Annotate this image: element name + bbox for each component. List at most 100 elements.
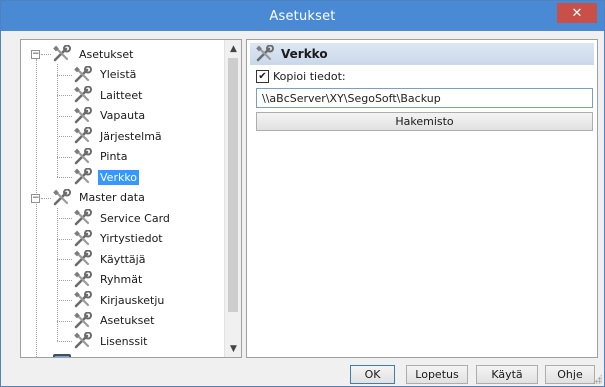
tree-connector — [57, 300, 72, 301]
collapse-toggle-icon[interactable]: − — [31, 193, 40, 203]
panel-header: Verkko — [250, 43, 594, 65]
tools-icon — [74, 147, 92, 164]
tools-icon — [74, 270, 92, 287]
tree-item-label: Yirtystiedot — [100, 232, 163, 245]
settings-tree[interactable]: Asetukset − Yleistä Laitteet Vapauta Järjeste… — [20, 39, 242, 358]
tools-icon — [74, 106, 92, 123]
tree-item-label: Pinta — [100, 150, 128, 163]
settings-panel: Verkko ✔ Kopioi tiedot: \\aBcServer\XY\S… — [246, 39, 598, 358]
tree-item-ryhmät[interactable]: Ryhmät — [73, 270, 144, 290]
window-title: Asetukset — [269, 8, 336, 24]
tools-icon — [53, 188, 71, 205]
tree-item-master-data[interactable]: Master data — [52, 188, 147, 208]
tree-content: Asetukset − Yleistä Laitteet Vapauta Järjeste… — [21, 40, 225, 357]
ok-label: OK — [364, 368, 381, 381]
tree-connector — [57, 238, 72, 240]
tree-connector — [57, 74, 72, 76]
scroll-down-button[interactable]: ▼ — [225, 340, 241, 357]
tree-item-yleistä[interactable]: Yleistä — [73, 65, 138, 85]
copy-files-row[interactable]: ✔ Kopioi tiedot: — [256, 68, 346, 84]
tree-item-label: Verkko — [98, 169, 140, 185]
checkmark-icon: ✔ — [258, 70, 267, 82]
close-button[interactable]: ✕ — [557, 3, 597, 23]
tools-icon — [74, 291, 92, 308]
tree-item-label: Asetukset — [79, 47, 134, 61]
tree-item-käyttäjä[interactable]: Käyttäjä — [73, 249, 147, 269]
tree-item-vapauta[interactable]: Vapauta — [73, 106, 147, 126]
cancel-button[interactable]: Lopetus — [406, 365, 468, 384]
tree-connector — [36, 59, 37, 357]
tree-item-pinta[interactable]: Pinta — [73, 147, 129, 167]
tree-item-verkko[interactable]: Verkko — [73, 167, 140, 187]
ok-button[interactable]: OK — [350, 365, 395, 384]
chevron-up-icon: ▲ — [230, 43, 237, 54]
copy-files-label: Kopioi tiedot: — [273, 69, 346, 83]
collapse-toggle-icon[interactable]: − — [31, 358, 40, 359]
tree-item-järjestelmä[interactable]: Järjestelmä — [73, 126, 164, 146]
apply-label: Käytä — [491, 368, 523, 381]
tree-item-service-card[interactable]: Service Card — [73, 208, 172, 228]
tree-scrollbar[interactable]: ▲ ▼ — [224, 40, 241, 357]
chevron-down-icon: ▼ — [230, 343, 237, 354]
scroll-thumb[interactable] — [228, 58, 238, 312]
tools-icon — [74, 168, 92, 185]
tree-connector — [41, 54, 51, 55]
tree-item-asetukset[interactable]: Asetukset — [52, 44, 136, 64]
tree-item-lisenssit[interactable]: Lisenssit — [73, 331, 150, 351]
tree-item-laitteet[interactable]: Laitteet — [73, 85, 144, 105]
close-icon: ✕ — [571, 5, 583, 21]
tree-item-laitteet[interactable]: Laitteet — [52, 352, 123, 357]
tree-connector — [57, 279, 72, 281]
tools-icon — [74, 229, 92, 246]
tree-connector — [57, 136, 72, 137]
copy-files-checkbox[interactable]: ✔ — [256, 69, 269, 83]
tree-item-label: Käyttäjä — [100, 252, 146, 266]
collapse-toggle-icon[interactable]: − — [31, 50, 40, 59]
tree-item-kirjausketju[interactable]: Kirjausketju — [73, 290, 166, 310]
tree-item-label: Service Card — [100, 211, 170, 225]
tree-item-label: Master data — [79, 191, 145, 204]
tree-connector — [57, 95, 72, 96]
tree-item-yirtystiedot[interactable]: Yirtystiedot — [73, 229, 165, 249]
tools-icon — [256, 45, 274, 62]
tools-icon — [74, 311, 92, 328]
tools-icon — [74, 127, 92, 144]
tree-item-asetukset[interactable]: Asetukset — [73, 311, 157, 331]
tree-connector — [57, 259, 72, 260]
settings-window: Asetukset ✕ Asetukset − Yleistä Laitteet Vap… — [0, 0, 605, 387]
tree-connector — [57, 64, 58, 177]
tools-icon — [74, 65, 92, 82]
tree-connector — [57, 156, 72, 158]
tools-icon — [74, 86, 92, 103]
tools-icon — [74, 209, 92, 226]
help-label: Ohje — [557, 368, 583, 381]
device-monitor-icon — [53, 353, 71, 357]
apply-button[interactable]: Käytä — [476, 365, 538, 384]
help-button[interactable]: Ohje — [545, 365, 595, 384]
cancel-label: Lopetus — [415, 368, 459, 381]
tree-connector — [57, 207, 58, 341]
backup-path-value: \\aBcServer\XY\SegoSoft\Backup — [262, 91, 441, 105]
tree-connector — [41, 197, 51, 199]
tree-connector — [57, 177, 72, 178]
tools-icon — [74, 332, 92, 349]
panel-title: Verkko — [281, 47, 328, 61]
tree-item-label: Ryhmät — [100, 273, 143, 286]
tree-item-label: Laitteet — [77, 354, 123, 357]
browse-directory-label: Hakemisto — [395, 115, 454, 128]
tree-item-label: Laitteet — [100, 88, 143, 102]
tree-item-label: Lisenssit — [100, 334, 148, 348]
tree-item-label: Kirjausketju — [100, 293, 165, 307]
title-bar[interactable]: Asetukset ✕ — [1, 1, 604, 31]
tree-item-label: Asetukset — [100, 314, 155, 327]
scroll-up-button[interactable]: ▲ — [225, 40, 241, 57]
tree-item-label: Järjestelmä — [100, 129, 162, 143]
tree-connector — [57, 341, 72, 342]
backup-path-input[interactable]: \\aBcServer\XY\SegoSoft\Backup — [256, 88, 593, 108]
browse-directory-button[interactable]: Hakemisto — [256, 112, 593, 131]
tree-connector — [57, 320, 72, 322]
tools-icon — [53, 45, 71, 62]
tree-connector — [57, 218, 72, 219]
tree-item-label: Yleistä — [100, 68, 137, 81]
tools-icon — [74, 250, 92, 267]
